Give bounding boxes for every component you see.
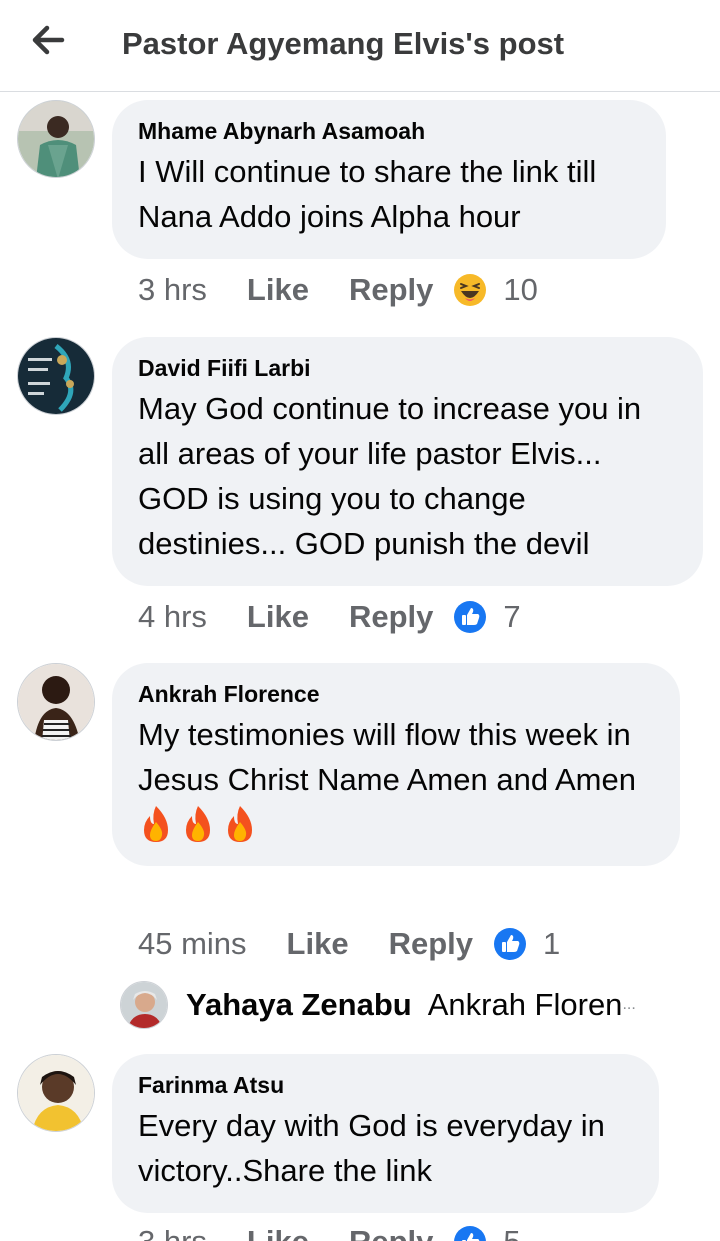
comment-bubble: David Fiifi Larbi May God continue to in… (112, 337, 703, 586)
fire-icon (222, 804, 258, 844)
top-bar: Pastor Agyemang Elvis's post (0, 0, 720, 92)
comment-author[interactable]: Ankrah Florence (138, 681, 654, 708)
like-icon[interactable] (453, 600, 487, 634)
comment-bubble: Ankrah Florence My testimonies will flow… (112, 663, 680, 866)
comment-actions: 45 mins Like Reply 1 (138, 924, 560, 964)
avatar[interactable] (17, 100, 95, 178)
reply-button[interactable]: Reply (349, 1224, 433, 1241)
back-arrow-icon[interactable] (28, 20, 68, 60)
reaction-count[interactable]: 7 (503, 599, 520, 635)
comment-text: Every day with God is everyday in victor… (138, 1108, 605, 1188)
comment-actions: 3 hrs Like Reply 10 (138, 270, 538, 310)
haha-icon[interactable] (453, 273, 487, 307)
avatar[interactable] (17, 1054, 95, 1132)
comment-text: May God continue to increase you in all … (138, 391, 642, 561)
like-button[interactable]: Like (247, 272, 309, 308)
comment-bubble: Mhame Abynarh Asamoah I Will continue to… (112, 100, 666, 259)
comment-author[interactable]: David Fiifi Larbi (138, 355, 677, 382)
like-icon[interactable] (453, 1225, 487, 1241)
like-button[interactable]: Like (287, 926, 349, 962)
reply-text: Ankrah Floren (427, 987, 623, 1022)
like-button[interactable]: Like (247, 599, 309, 635)
comment-author[interactable]: Mhame Abynarh Asamoah (138, 118, 640, 145)
comment-actions: 4 hrs Like Reply 7 (138, 597, 521, 637)
fire-icon (138, 804, 174, 844)
avatar[interactable] (17, 337, 95, 415)
fire-icon (180, 804, 216, 844)
comment-time[interactable]: 45 mins (138, 926, 247, 962)
page-title: Pastor Agyemang Elvis's post (122, 26, 565, 61)
reply-button[interactable]: Reply (349, 272, 433, 308)
like-button[interactable]: Like (247, 1224, 309, 1241)
comment-author[interactable]: Farinma Atsu (138, 1072, 633, 1099)
reaction-count[interactable]: 10 (503, 272, 537, 308)
comment-time[interactable]: 4 hrs (138, 599, 207, 635)
reaction-count[interactable]: 1 (543, 926, 560, 962)
comment-time[interactable]: 3 hrs (138, 1224, 207, 1241)
reply-ellipsis: ... (622, 996, 636, 1013)
reaction-count[interactable]: 5 (503, 1224, 520, 1241)
like-icon[interactable] (493, 927, 527, 961)
reply-button[interactable]: Reply (349, 599, 433, 635)
comment-time[interactable]: 3 hrs (138, 272, 207, 308)
comment-bubble: Farinma Atsu Every day with God is every… (112, 1054, 659, 1213)
reply-preview[interactable]: Yahaya Zenabu Ankrah Floren... (120, 980, 636, 1030)
reply-button[interactable]: Reply (389, 926, 473, 962)
reply-author[interactable]: Yahaya Zenabu (186, 987, 412, 1023)
avatar[interactable] (17, 663, 95, 741)
fire-emoji-row (138, 804, 654, 846)
avatar[interactable] (120, 981, 168, 1029)
comment-actions: 3 hrs Like Reply 5 (138, 1222, 521, 1241)
comment-text: My testimonies will flow this week in Je… (138, 717, 636, 797)
comment-text: I Will continue to share the link till N… (138, 154, 597, 234)
